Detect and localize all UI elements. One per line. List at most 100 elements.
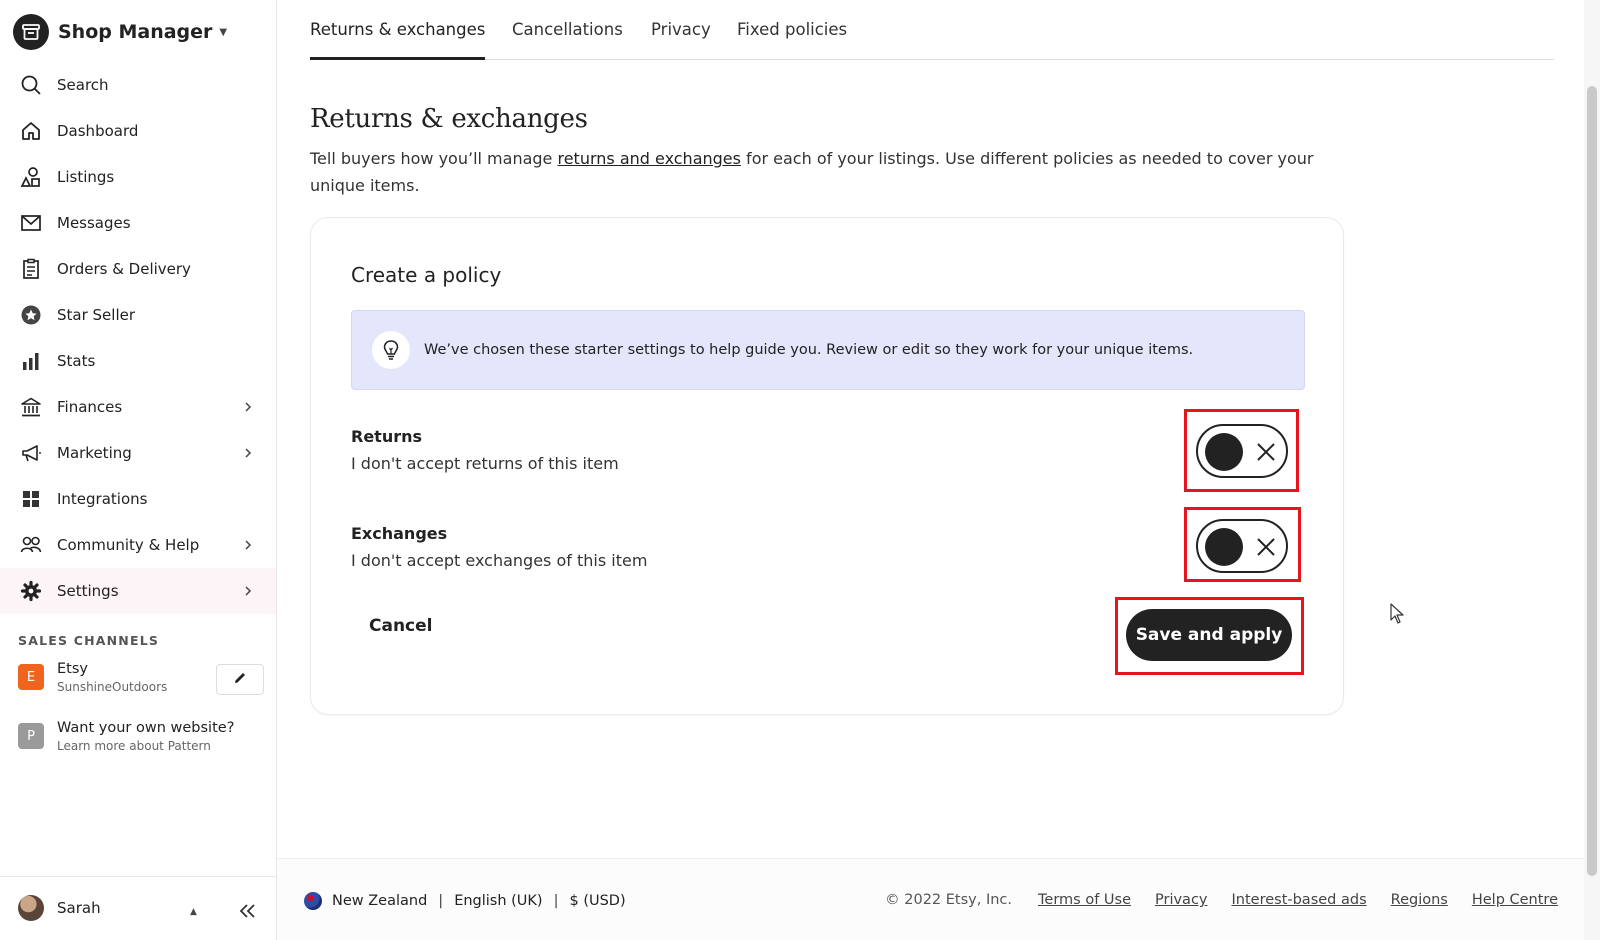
sidebar-item-label: Dashboard bbox=[57, 122, 139, 140]
description-text: Tell buyers how you’ll manage bbox=[310, 149, 558, 168]
caret-up-icon[interactable]: ▲ bbox=[190, 907, 197, 917]
clipboard-icon bbox=[19, 257, 43, 281]
sidebar-item-orders-delivery[interactable]: Orders & Delivery bbox=[0, 246, 276, 292]
page-footer: New Zealand | English (UK) | $ (USD) © 2… bbox=[277, 858, 1584, 940]
sidebar-item-settings[interactable]: Settings bbox=[0, 568, 276, 614]
policy-tabs: Returns & exchanges Cancellations Privac… bbox=[310, 0, 1554, 60]
sidebar-item-label: Community & Help bbox=[57, 536, 200, 554]
close-icon bbox=[1257, 443, 1275, 461]
channel-pattern[interactable]: P Want your own website? Learn more abou… bbox=[18, 719, 234, 755]
scrollbar-thumb[interactable] bbox=[1587, 86, 1597, 876]
currency: $ (USD) bbox=[569, 893, 626, 909]
sidebar-item-label: Marketing bbox=[57, 444, 132, 462]
page-description: Tell buyers how you’ll manage returns an… bbox=[310, 145, 1320, 199]
edit-channel-button[interactable] bbox=[216, 664, 264, 695]
sidebar-item-listings[interactable]: Listings bbox=[0, 154, 276, 200]
sidebar-item-star-seller[interactable]: Star Seller bbox=[0, 292, 276, 338]
sidebar-item-label: Listings bbox=[57, 168, 115, 186]
tab-cancellations[interactable]: Cancellations bbox=[512, 20, 623, 39]
region: New Zealand bbox=[332, 893, 428, 909]
search-icon bbox=[19, 73, 43, 97]
regions-link[interactable]: Regions bbox=[1391, 892, 1448, 908]
toggle-knob bbox=[1205, 433, 1243, 471]
pattern-badge: P bbox=[18, 723, 44, 749]
mail-icon bbox=[19, 211, 43, 235]
exchanges-label: Exchanges bbox=[351, 524, 448, 543]
tab-returns-exchanges[interactable]: Returns & exchanges bbox=[310, 20, 485, 39]
sidebar-item-dashboard[interactable]: Dashboard bbox=[0, 108, 276, 154]
shapes-icon bbox=[19, 165, 43, 189]
caret-down-icon: ▼ bbox=[219, 26, 228, 38]
channel-name: Want your own website? bbox=[57, 720, 235, 736]
shop-logo-icon bbox=[13, 14, 49, 50]
gear-icon bbox=[19, 579, 43, 603]
sidebar-item-search[interactable]: Search bbox=[0, 62, 276, 108]
returns-exchanges-link[interactable]: returns and exchanges bbox=[557, 149, 741, 168]
help-centre-link[interactable]: Help Centre bbox=[1472, 892, 1558, 908]
new-zealand-flag-icon bbox=[304, 892, 322, 910]
app-title: Shop Manager bbox=[58, 21, 213, 43]
channel-shop-name: SunshineOutdoors bbox=[57, 680, 168, 694]
star-badge-icon bbox=[19, 303, 43, 327]
sidebar-item-stats[interactable]: Stats bbox=[0, 338, 276, 384]
language: English (UK) bbox=[454, 893, 543, 909]
card-title: Create a policy bbox=[351, 263, 502, 287]
collapse-sidebar-icon[interactable] bbox=[236, 899, 260, 923]
bar-chart-icon bbox=[19, 349, 43, 373]
chevron-right-icon bbox=[240, 537, 256, 553]
etsy-badge: E bbox=[18, 664, 44, 690]
sidebar-footer: Sarah ▲ bbox=[0, 876, 276, 940]
pencil-icon bbox=[232, 670, 248, 690]
sidebar-item-label: Stats bbox=[57, 352, 96, 370]
shop-manager-menu[interactable]: Shop Manager ▼ bbox=[13, 12, 227, 52]
chevron-right-icon bbox=[240, 583, 256, 599]
footer-links: © 2022 Etsy, Inc. Terms of Use Privacy I… bbox=[885, 892, 1558, 908]
main-content: Returns & exchanges Cancellations Privac… bbox=[277, 0, 1584, 940]
sidebar-item-community-help[interactable]: Community & Help bbox=[0, 522, 276, 568]
channel-etsy[interactable]: E Etsy SunshineOutdoors bbox=[18, 660, 167, 696]
exchanges-toggle[interactable] bbox=[1196, 519, 1288, 573]
locale-settings[interactable]: New Zealand | English (UK) | $ (USD) bbox=[304, 892, 626, 910]
returns-toggle[interactable] bbox=[1196, 424, 1288, 478]
separator: | bbox=[553, 893, 559, 909]
user-menu[interactable]: Sarah bbox=[18, 895, 101, 921]
sidebar-item-messages[interactable]: Messages bbox=[0, 200, 276, 246]
page-title: Returns & exchanges bbox=[310, 104, 588, 134]
user-name: Sarah bbox=[57, 899, 101, 917]
returns-label: Returns bbox=[351, 427, 423, 446]
close-icon bbox=[1257, 538, 1275, 556]
bank-icon bbox=[19, 395, 43, 419]
notice-text: We’ve chosen these starter settings to h… bbox=[424, 342, 1194, 358]
sidebar-item-label: Star Seller bbox=[57, 306, 136, 324]
sidebar-item-integrations[interactable]: Integrations bbox=[0, 476, 276, 522]
copyright: © 2022 Etsy, Inc. bbox=[885, 892, 1013, 908]
vertical-scrollbar[interactable] bbox=[1584, 0, 1600, 940]
sidebar-item-label: Integrations bbox=[57, 490, 148, 508]
grid-icon bbox=[19, 487, 43, 511]
exchanges-status: I don't accept exchanges of this item bbox=[351, 551, 648, 570]
starter-settings-notice: We’ve chosen these starter settings to h… bbox=[351, 310, 1305, 390]
sales-channels-heading: SALES CHANNELS bbox=[18, 633, 160, 648]
lightbulb-icon bbox=[372, 331, 410, 369]
home-icon bbox=[19, 119, 43, 143]
sidebar-item-finances[interactable]: Finances bbox=[0, 384, 276, 430]
terms-of-use-link[interactable]: Terms of Use bbox=[1038, 892, 1131, 908]
separator: | bbox=[438, 893, 444, 909]
tab-privacy[interactable]: Privacy bbox=[651, 20, 711, 39]
returns-status: I don't accept returns of this item bbox=[351, 454, 619, 473]
sidebar-item-label: Messages bbox=[57, 214, 131, 232]
tab-fixed-policies[interactable]: Fixed policies bbox=[737, 20, 847, 39]
toggle-knob bbox=[1205, 528, 1243, 566]
create-policy-card: Create a policy We’ve chosen these start… bbox=[310, 217, 1344, 715]
interest-based-ads-link[interactable]: Interest-based ads bbox=[1232, 892, 1367, 908]
chevron-right-icon bbox=[240, 445, 256, 461]
cancel-button[interactable]: Cancel bbox=[369, 616, 432, 636]
privacy-link[interactable]: Privacy bbox=[1155, 892, 1208, 908]
save-and-apply-button[interactable]: Save and apply bbox=[1126, 609, 1292, 661]
sidebar-item-marketing[interactable]: Marketing bbox=[0, 430, 276, 476]
exchanges-setting: Exchanges I don't accept exchanges of th… bbox=[351, 523, 647, 573]
sidebar-item-label: Settings bbox=[57, 582, 119, 600]
sidebar-nav: Search Dashboard Listings Messages Order… bbox=[0, 62, 276, 614]
channel-learn-more: Learn more about Pattern bbox=[57, 739, 211, 753]
avatar bbox=[18, 895, 44, 921]
